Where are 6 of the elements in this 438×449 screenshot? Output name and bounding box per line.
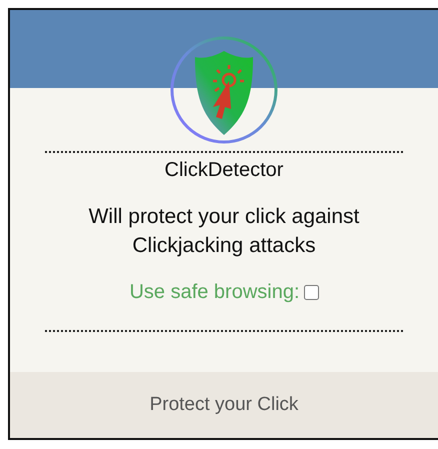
safe-browsing-label: Use safe browsing: [129,280,300,304]
shield-cursor-icon [169,35,279,145]
description-text: Will protect your click against Clickjacking attacks [88,204,360,260]
app-title: ClickDetector [164,159,284,182]
footer-text: Protect your Click [150,394,298,416]
safe-browsing-checkbox[interactable] [304,284,319,300]
